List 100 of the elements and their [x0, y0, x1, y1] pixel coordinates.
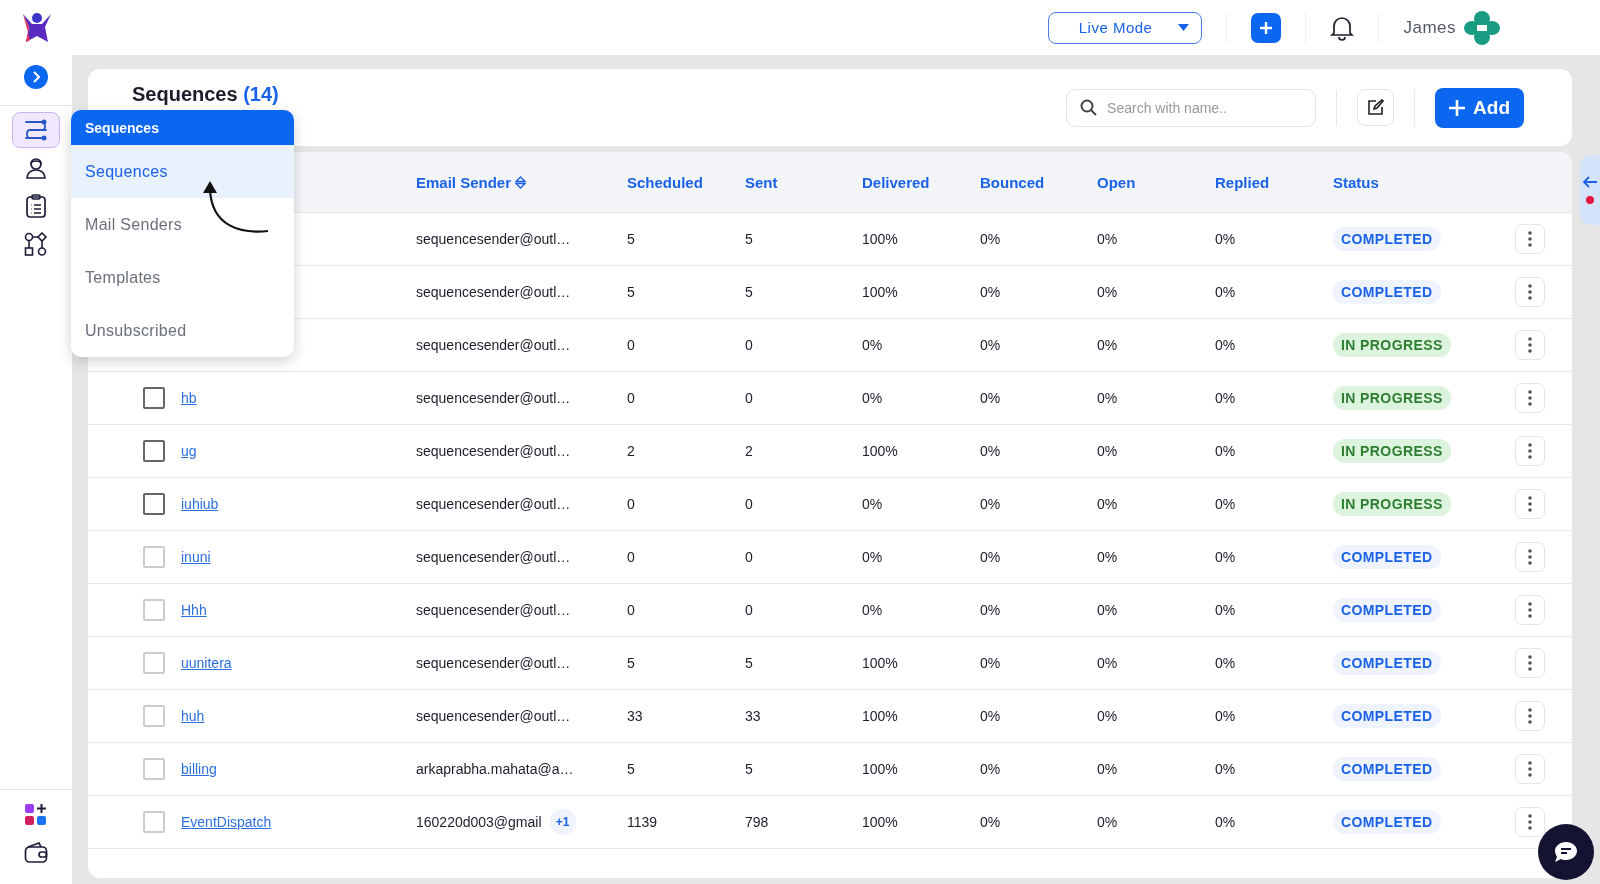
plus-icon — [1259, 20, 1274, 35]
table-cell: 2 — [745, 443, 753, 459]
table-cell: 0% — [1215, 708, 1236, 724]
more-button[interactable] — [1515, 701, 1545, 731]
user-name[interactable]: James — [1403, 17, 1456, 38]
more-button[interactable] — [1515, 277, 1545, 307]
table-cell: 100% — [862, 443, 898, 459]
side-tab[interactable] — [1580, 155, 1600, 225]
column-header: Status — [1333, 173, 1379, 191]
status-badge: IN PROGRESS — [1333, 386, 1451, 410]
row-checkbox[interactable] — [143, 440, 165, 462]
table-cell: 0 — [627, 496, 635, 512]
table-cell: 0% — [980, 443, 1001, 459]
menu-item[interactable]: Sequences — [71, 145, 294, 198]
more-button[interactable] — [1515, 489, 1545, 519]
table-cell: sequencesender@outl… — [416, 549, 571, 565]
bell-icon[interactable] — [1330, 14, 1355, 41]
table-cell: 0% — [1215, 443, 1236, 459]
create-button[interactable] — [1251, 12, 1282, 43]
table-cell: 5 — [627, 761, 635, 777]
table-cell: 0% — [980, 602, 1001, 618]
table-cell: 0% — [1215, 231, 1236, 247]
more-button[interactable] — [1515, 648, 1545, 678]
more-count[interactable]: +1 — [549, 809, 576, 835]
add-button[interactable]: Add — [1435, 87, 1524, 128]
kebab-icon — [1528, 814, 1532, 830]
column-header[interactable]: Email Sender — [416, 173, 512, 191]
chat-icon — [1554, 841, 1578, 863]
kebab-icon — [1528, 284, 1532, 300]
edit-icon — [1367, 99, 1385, 116]
sequence-link[interactable]: huh — [181, 708, 205, 724]
table-cell: 33 — [745, 708, 761, 724]
menu-item[interactable]: Templates — [71, 251, 294, 304]
table-cell: 5 — [627, 231, 635, 247]
mode-dropdown[interactable]: Live Mode — [1047, 11, 1203, 44]
kebab-icon — [1528, 549, 1532, 565]
table-cell: 160220d003@gmail — [416, 814, 542, 830]
table-cell: 798 — [745, 814, 769, 830]
table-cell: 5 — [627, 655, 635, 671]
row-checkbox[interactable] — [143, 387, 165, 409]
more-button[interactable] — [1515, 224, 1545, 254]
sequence-link[interactable]: uunitera — [181, 655, 232, 671]
status-badge: COMPLETED — [1333, 810, 1441, 834]
more-button[interactable] — [1515, 754, 1545, 784]
chevron-right-icon — [32, 71, 40, 83]
status-badge: COMPLETED — [1333, 545, 1441, 569]
status-badge: COMPLETED — [1333, 651, 1441, 675]
status-badge: IN PROGRESS — [1333, 333, 1451, 357]
menu-title: Sequences — [85, 119, 159, 136]
more-button[interactable] — [1515, 436, 1545, 466]
sidebar-item[interactable] — [12, 112, 60, 148]
table-cell: 0% — [1097, 443, 1118, 459]
avatar-icon[interactable] — [1464, 10, 1500, 45]
menu-item[interactable]: Mail Senders — [71, 198, 294, 251]
table-cell: 0% — [1097, 549, 1118, 565]
sequence-link[interactable]: inuni — [181, 549, 211, 565]
table-cell: 0% — [980, 390, 1001, 406]
sort-icon[interactable] — [515, 175, 527, 189]
table-cell: sequencesender@outl… — [416, 602, 571, 618]
search-field[interactable]: Search with name.. — [1066, 88, 1317, 127]
more-button[interactable] — [1515, 595, 1545, 625]
search-icon — [1080, 99, 1098, 116]
table-cell: 0% — [1097, 708, 1118, 724]
more-button[interactable] — [1515, 330, 1545, 360]
table-cell: 0% — [980, 761, 1001, 777]
column-header: Sent — [745, 173, 778, 191]
edit-button[interactable] — [1357, 89, 1395, 126]
sequence-link[interactable]: billing — [181, 761, 217, 777]
sequence-link[interactable]: EventDispatch — [181, 814, 272, 830]
table-cell: 0% — [862, 390, 883, 406]
menu-item[interactable]: Unsubscribed — [71, 304, 294, 357]
status-badge: COMPLETED — [1333, 280, 1441, 304]
kebab-icon — [1528, 602, 1532, 618]
sequence-link[interactable]: iuhiub — [181, 496, 219, 512]
row-checkbox[interactable] — [143, 493, 165, 515]
sequence-link[interactable]: ug — [181, 443, 197, 459]
table-cell: 0% — [1215, 602, 1236, 618]
table-cell: 0 — [627, 602, 635, 618]
table-cell: 0% — [1215, 337, 1236, 353]
table-cell: 0% — [1097, 814, 1118, 830]
status-badge: IN PROGRESS — [1333, 492, 1451, 516]
table-cell: 100% — [862, 231, 898, 247]
plus-icon — [1449, 99, 1466, 116]
column-header: Delivered — [862, 173, 930, 191]
table-cell: 0% — [980, 549, 1001, 565]
more-button[interactable] — [1515, 383, 1545, 413]
expand-button[interactable] — [24, 65, 48, 89]
sequence-link[interactable]: Hhh — [181, 602, 207, 618]
more-button[interactable] — [1515, 807, 1545, 837]
chat-button[interactable] — [1538, 824, 1594, 880]
more-button[interactable] — [1515, 542, 1545, 572]
kebab-icon — [1528, 655, 1532, 671]
apps-add-icon — [24, 803, 48, 827]
table-cell: 0% — [980, 655, 1001, 671]
column-header: Bounced — [980, 173, 1045, 191]
table-cell: 5 — [745, 655, 753, 671]
table-cell: 5 — [745, 231, 753, 247]
table-cell: sequencesender@outl… — [416, 708, 571, 724]
table-cell: 0% — [1215, 655, 1236, 671]
sequence-link[interactable]: hb — [181, 390, 197, 406]
